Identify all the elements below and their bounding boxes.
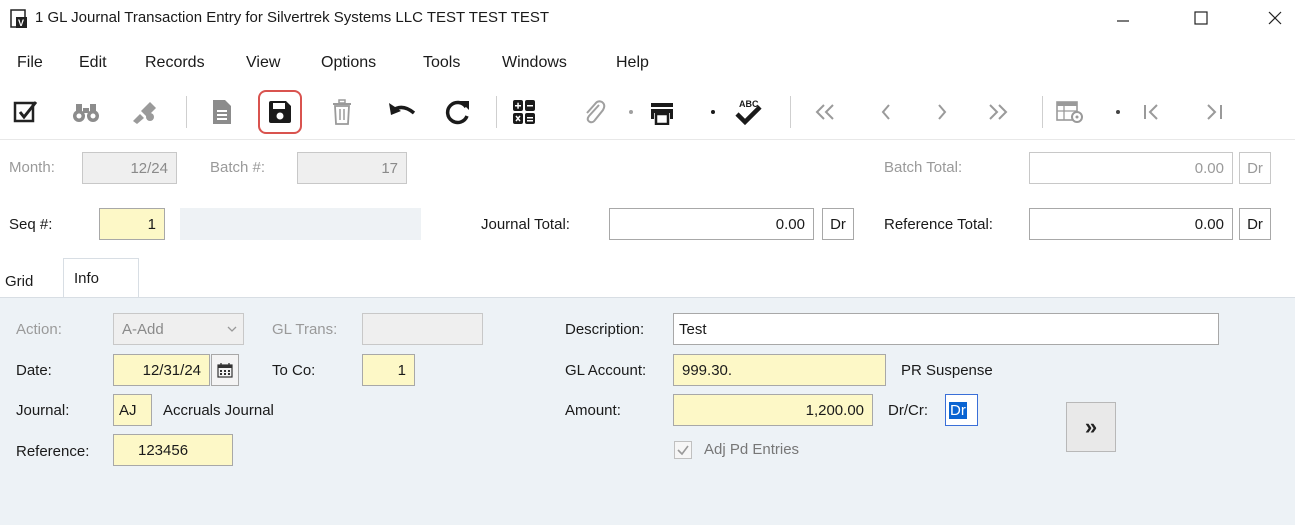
- action-value: A-Add: [122, 320, 164, 338]
- tab-grid[interactable]: Grid: [5, 258, 33, 298]
- menu-windows[interactable]: Windows: [502, 54, 567, 72]
- refresh-icon[interactable]: [436, 90, 480, 134]
- drcr-field[interactable]: Dr: [945, 394, 978, 426]
- toolbar-separator: [186, 96, 187, 128]
- batch-total-label: Batch Total:: [884, 159, 963, 176]
- maximize-button[interactable]: [1178, 0, 1224, 36]
- adj-pd-label: Adj Pd Entries: [704, 441, 800, 458]
- attachment-icon[interactable]: [572, 90, 616, 134]
- journal-label: Journal:: [16, 402, 70, 419]
- checklist-icon[interactable]: [4, 90, 48, 134]
- previous-icon[interactable]: [864, 90, 908, 134]
- toolbar: ABC: [0, 84, 1295, 140]
- document-icon[interactable]: [200, 90, 244, 134]
- journal-name: Accruals Journal: [163, 402, 274, 419]
- gl-account-name: PR Suspense: [901, 362, 993, 379]
- menu-file[interactable]: File: [17, 54, 43, 72]
- amount-field[interactable]: 1,200.00: [673, 394, 873, 426]
- grid-settings-dropdown-icon[interactable]: [1114, 108, 1122, 116]
- gl-account-field[interactable]: 999.30.: [673, 354, 886, 386]
- journal-total-field: 0.00: [609, 208, 814, 240]
- action-label: Action:: [16, 321, 62, 338]
- description-label: Description:: [565, 321, 645, 338]
- description-field[interactable]: Test: [673, 313, 1219, 345]
- seq-field[interactable]: 1: [99, 208, 165, 240]
- adj-pd-checkbox[interactable]: [674, 441, 692, 459]
- attachment-dropdown-icon[interactable]: [627, 108, 635, 116]
- gl-trans-label: GL Trans:: [272, 321, 338, 338]
- toolbar-separator: [1042, 96, 1043, 128]
- title-bar: V 1 GL Journal Transaction Entry for Sil…: [0, 0, 1295, 40]
- reference-label: Reference:: [16, 443, 90, 460]
- minimize-button[interactable]: [1100, 0, 1146, 36]
- to-co-field[interactable]: 1: [362, 354, 415, 386]
- print-dropdown-icon[interactable]: [709, 108, 717, 116]
- more-button[interactable]: »: [1066, 402, 1116, 452]
- batch-label: Batch #:: [210, 159, 266, 176]
- action-select[interactable]: A-Add: [113, 313, 244, 345]
- journal-total-drcr: Dr: [822, 208, 854, 240]
- window-title: 1 GL Journal Transaction Entry for Silve…: [35, 9, 550, 26]
- spellcheck-label: ABC: [739, 99, 759, 109]
- gl-account-label: GL Account:: [565, 362, 647, 379]
- reference-total-label: Reference Total:: [884, 216, 993, 233]
- date-field[interactable]: 12/31/24: [113, 354, 210, 386]
- gl-trans-field[interactable]: [362, 313, 483, 345]
- chevron-down-icon: [227, 326, 237, 332]
- toolbar-separator: [496, 96, 497, 128]
- grid-settings-icon[interactable]: [1048, 90, 1092, 134]
- save-icon[interactable]: [258, 90, 302, 134]
- close-button[interactable]: [1252, 0, 1295, 36]
- binoculars-icon[interactable]: [64, 90, 108, 134]
- last-icon[interactable]: [976, 90, 1020, 134]
- amount-label: Amount:: [565, 402, 621, 419]
- expand-icon[interactable]: [1192, 90, 1236, 134]
- menu-help[interactable]: Help: [616, 54, 649, 72]
- menu-bar: File Edit Records View Options Tools Win…: [0, 48, 1295, 82]
- seq-label: Seq #:: [9, 216, 53, 233]
- month-label: Month:: [9, 159, 55, 176]
- calendar-icon[interactable]: [211, 354, 239, 386]
- batch-total-drcr: Dr: [1239, 152, 1271, 184]
- menu-view[interactable]: View: [246, 54, 280, 72]
- reference-total-drcr: Dr: [1239, 208, 1271, 240]
- date-label: Date:: [16, 362, 52, 379]
- tab-strip: Grid Info: [0, 258, 1295, 298]
- menu-records[interactable]: Records: [145, 54, 205, 72]
- menu-options[interactable]: Options: [321, 54, 376, 72]
- tab-info-label: Info: [74, 270, 100, 287]
- calculator-icon[interactable]: [502, 90, 546, 134]
- journal-code-field[interactable]: AJ: [113, 394, 152, 426]
- menu-edit[interactable]: Edit: [79, 54, 107, 72]
- journal-total-label: Journal Total:: [481, 216, 570, 233]
- stamp-icon[interactable]: [122, 90, 166, 134]
- month-field[interactable]: 12/24: [82, 152, 177, 184]
- checkmark-icon: [677, 445, 689, 456]
- collapse-icon[interactable]: [1130, 90, 1174, 134]
- next-icon[interactable]: [920, 90, 964, 134]
- tab-grid-label: Grid: [5, 273, 34, 290]
- toolbar-separator: [790, 96, 791, 128]
- reference-field[interactable]: 123456: [113, 434, 233, 466]
- reference-total-field: 0.00: [1029, 208, 1233, 240]
- spellcheck-icon[interactable]: ABC: [726, 90, 770, 134]
- svg-text:V: V: [18, 18, 24, 28]
- seq-description-field: [180, 208, 421, 240]
- print-icon[interactable]: [640, 90, 684, 134]
- batch-field[interactable]: 17: [297, 152, 407, 184]
- menu-tools[interactable]: Tools: [423, 54, 460, 72]
- to-co-label: To Co:: [272, 362, 316, 379]
- batch-total-field: 0.00: [1029, 152, 1233, 184]
- tab-info[interactable]: Info: [63, 258, 139, 298]
- trash-icon[interactable]: [320, 90, 364, 134]
- app-icon: V: [10, 9, 28, 29]
- undo-icon[interactable]: [380, 90, 424, 134]
- drcr-label: Dr/Cr:: [888, 402, 928, 419]
- first-icon[interactable]: [803, 90, 847, 134]
- drcr-value: Dr: [949, 401, 967, 419]
